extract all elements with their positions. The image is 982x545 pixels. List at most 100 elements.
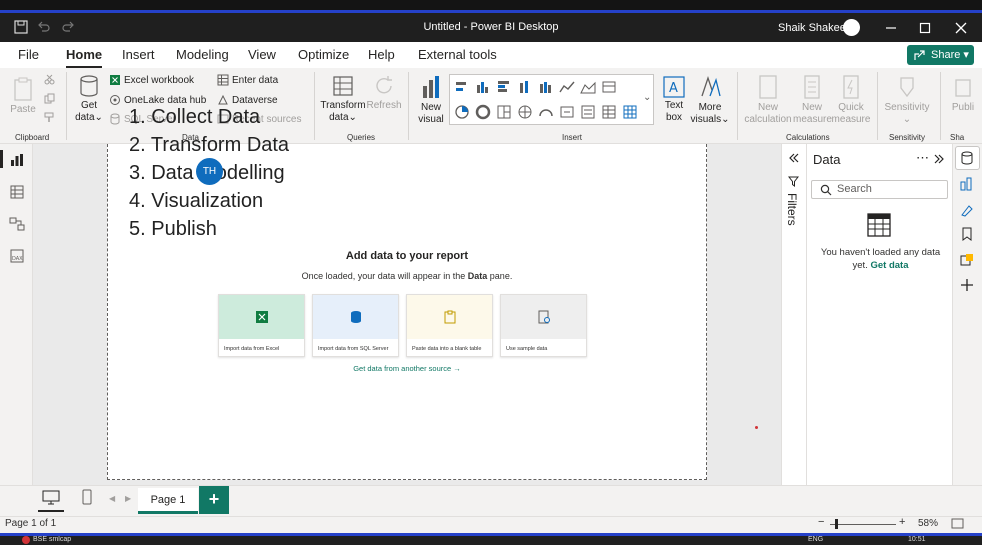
get-data-another-source-link[interactable]: Get data from another source → [107, 364, 707, 373]
gallery-expand-icon[interactable]: ⌄ [643, 92, 651, 103]
card-visual-icon[interactable] [559, 104, 575, 120]
fit-to-page-icon[interactable] [951, 518, 964, 529]
map-icon[interactable] [517, 104, 533, 120]
zoom-out-icon[interactable]: − [818, 516, 824, 528]
donut-chart-icon[interactable] [475, 104, 491, 120]
dax-query-view-icon[interactable]: DAX [9, 248, 25, 264]
quick-measure-button[interactable]: Quick measure [831, 74, 871, 126]
tab-help[interactable]: Help [368, 47, 395, 62]
next-page-icon[interactable]: ▶ [125, 494, 131, 503]
page-tab-1[interactable]: Page 1 [138, 488, 198, 514]
cursor-dot [755, 426, 758, 429]
refresh-button[interactable]: Refresh [366, 74, 402, 112]
clustered-column-chart-icon[interactable] [475, 79, 491, 95]
page-count: Page 1 of 1 [5, 518, 57, 529]
clustered-bar-chart-icon[interactable] [496, 79, 512, 95]
user-avatar-icon[interactable] [843, 19, 860, 36]
get-data-button[interactable]: Get data⌄ [72, 74, 106, 124]
group-label-sensitivity: Sensitivity [889, 133, 926, 142]
collapse-pane-icon[interactable] [934, 153, 946, 165]
close-icon[interactable] [953, 20, 969, 36]
zoom-in-icon[interactable]: + [899, 516, 905, 528]
gauge-icon[interactable] [538, 104, 554, 120]
tab-file[interactable]: File [18, 47, 39, 62]
cut-icon[interactable] [44, 74, 55, 85]
card-label: Import data from SQL Server [318, 346, 389, 352]
new-calculation-label-2: calculation [744, 114, 792, 125]
copy-icon[interactable] [44, 93, 55, 104]
quick-measure-label-1: Quick [838, 102, 864, 113]
import-sql-card[interactable]: Import data from SQL Server [312, 294, 399, 357]
desktop-layout-icon[interactable] [42, 490, 60, 506]
text-box-button[interactable]: A Text box [659, 76, 689, 124]
more-options-icon[interactable]: ⋯ [916, 150, 929, 166]
sample-data-card[interactable]: Use sample data [500, 294, 587, 357]
add-pane-icon[interactable] [959, 277, 975, 293]
more-visuals-label-1: More [698, 102, 722, 113]
bookmark-icon[interactable] [959, 226, 975, 242]
format-pane-icon[interactable] [959, 202, 975, 218]
publish-button[interactable]: Publi [944, 74, 982, 114]
group-separator [940, 72, 941, 140]
model-view-icon[interactable] [9, 216, 25, 232]
pie-chart-icon[interactable] [454, 104, 470, 120]
visualizations-pane-icon[interactable] [959, 176, 975, 192]
report-view-icon[interactable] [9, 152, 25, 168]
desktop-layout-indicator [38, 510, 64, 512]
add-page-button[interactable]: + [199, 486, 229, 514]
table-visual-icon[interactable] [601, 104, 617, 120]
multi-row-card-icon[interactable] [580, 104, 596, 120]
paste-button[interactable]: Paste [9, 76, 37, 116]
clock[interactable]: 10:51 [908, 536, 926, 543]
selection-pane-icon[interactable] [959, 252, 975, 268]
maximize-icon[interactable] [917, 20, 933, 36]
share-icon [914, 50, 925, 60]
expand-panes-icon[interactable] [787, 152, 799, 164]
combo-chart-icon[interactable] [601, 79, 617, 95]
stacked-column-chart-icon[interactable] [517, 79, 533, 95]
share-button[interactable]: Share ▾ [907, 45, 974, 65]
enter-data-label: Enter data [232, 75, 279, 86]
previous-page-icon[interactable]: ◀ [109, 494, 115, 503]
tab-home[interactable]: Home [66, 47, 103, 68]
minimize-icon[interactable] [883, 20, 899, 36]
zoom-slider[interactable] [830, 524, 896, 525]
format-painter-icon[interactable] [44, 112, 55, 123]
taskbar-item[interactable]: BSE smlcap [33, 536, 71, 543]
treemap-icon[interactable] [496, 104, 512, 120]
import-excel-card[interactable]: Import data from Excel [218, 294, 305, 357]
stacked-bar-chart-icon[interactable] [454, 79, 470, 95]
tab-view[interactable]: View [248, 47, 276, 62]
matrix-icon[interactable] [622, 104, 638, 120]
overlay-step: 2. Transform Data [129, 134, 290, 156]
zoom-slider-thumb[interactable] [835, 519, 838, 529]
add-data-title: Add data to your report [345, 250, 469, 262]
tab-insert[interactable]: Insert [122, 47, 155, 62]
excel-icon [256, 311, 268, 323]
group-label-queries: Queries [347, 133, 376, 142]
new-measure-button[interactable]: New measure [793, 74, 832, 126]
transform-data-button[interactable]: Transform data⌄ [320, 74, 366, 124]
tab-modeling[interactable]: Modeling [176, 47, 229, 62]
tab-external-tools[interactable]: External tools [418, 47, 497, 62]
data-pane-icon[interactable] [959, 150, 975, 166]
filters-label[interactable]: Filters [785, 193, 799, 226]
more-visuals-button[interactable]: More visuals⌄ [690, 74, 730, 126]
area-chart-icon[interactable] [580, 79, 596, 95]
user-name[interactable]: Shaik Shakeel [778, 22, 848, 34]
sensitivity-button[interactable]: Sensitivity ⌄ [882, 74, 932, 126]
paste-data-card[interactable]: Paste data into a blank table [406, 294, 493, 357]
data-search-input[interactable]: Search [811, 180, 948, 199]
subtitle-end: pane. [487, 271, 513, 281]
ribbon-chart-icon[interactable] [538, 79, 554, 95]
new-calculation-button[interactable]: New calculation [743, 74, 793, 126]
tab-optimize[interactable]: Optimize [298, 47, 349, 62]
new-visual-button[interactable]: New visual [414, 74, 448, 126]
get-data-link[interactable]: Get data [870, 260, 908, 271]
input-language[interactable]: ENG [808, 536, 823, 543]
table-view-icon[interactable] [9, 184, 25, 200]
visualizations-gallery[interactable]: ⌄ [449, 74, 654, 125]
mobile-layout-icon[interactable] [81, 489, 93, 505]
line-chart-icon[interactable] [559, 79, 575, 95]
subtitle-text: Once loaded, your data will appear in th… [301, 271, 468, 281]
